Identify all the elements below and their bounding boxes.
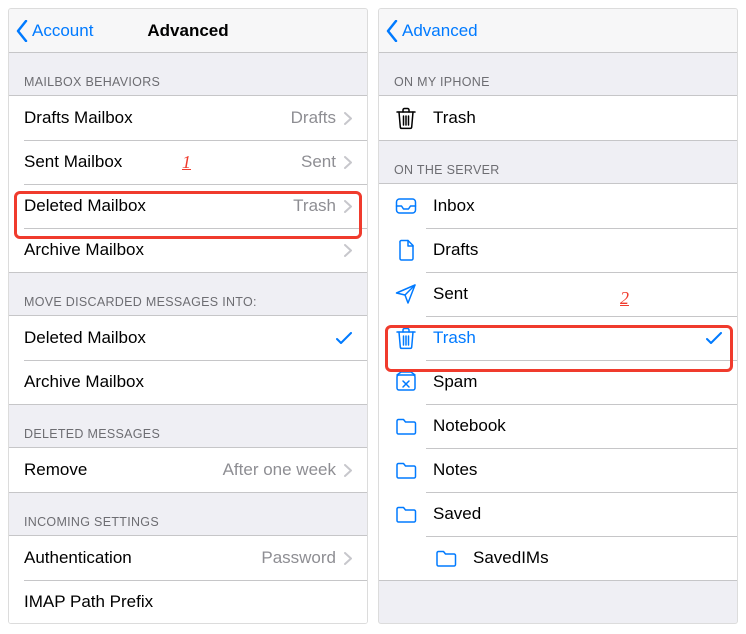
group-deleted: Remove After one week [9, 447, 367, 493]
back-button-account[interactable]: Account [9, 20, 93, 42]
inbox-icon [394, 194, 418, 218]
section-header-on-phone: On My iPhone [379, 53, 737, 95]
chevron-right-icon [344, 156, 352, 169]
chevron-left-icon [15, 20, 28, 42]
row-label: Drafts [433, 240, 722, 260]
row-discarded-archive[interactable]: Archive Mailbox [9, 360, 367, 404]
group-behaviors: Drafts Mailbox Drafts Sent Mailbox Sent … [9, 95, 367, 273]
row-server-spam[interactable]: Spam [379, 360, 737, 404]
row-server-drafts[interactable]: Drafts [379, 228, 737, 272]
row-label: IMAP Path Prefix [24, 592, 352, 612]
back-label: Account [32, 21, 93, 41]
row-discarded-deleted[interactable]: Deleted Mailbox [9, 316, 367, 360]
row-label: Trash [433, 328, 706, 348]
row-label: Authentication [24, 548, 261, 568]
row-deleted-mailbox[interactable]: Deleted Mailbox Trash [9, 184, 367, 228]
section-header-incoming: Incoming Settings [9, 493, 367, 535]
section-header-discarded: Move Discarded Messages Into: [9, 273, 367, 315]
drafts-icon [394, 238, 418, 262]
checkmark-icon [706, 332, 722, 345]
chevron-right-icon [344, 112, 352, 125]
row-label: Deleted Mailbox [24, 328, 336, 348]
row-server-saved[interactable]: Saved [379, 492, 737, 536]
row-server-notes[interactable]: Notes [379, 448, 737, 492]
row-server-notebook[interactable]: Notebook [379, 404, 737, 448]
trash-icon [394, 326, 418, 350]
row-server-savedims[interactable]: SavedIMs [379, 536, 737, 580]
row-label: Sent [433, 284, 722, 304]
navbar: Advanced [379, 9, 737, 53]
sent-icon [394, 282, 418, 306]
back-label: Advanced [402, 21, 478, 41]
left-phone-advanced-settings: Account Advanced Mailbox Behaviors Draft… [8, 8, 368, 624]
row-label: Inbox [433, 196, 722, 216]
chevron-right-icon [344, 464, 352, 477]
group-incoming: Authentication Password IMAP Path Prefix [9, 535, 367, 624]
right-phone-mailbox-picker: Advanced On My iPhone Trash On the Serve… [378, 8, 738, 624]
row-label: Trash [433, 108, 722, 128]
row-drafts-mailbox[interactable]: Drafts Mailbox Drafts [9, 96, 367, 140]
trash-icon [394, 106, 418, 130]
section-header-on-server: On the Server [379, 141, 737, 183]
chevron-right-icon [344, 552, 352, 565]
row-label: Spam [433, 372, 722, 392]
section-header-behaviors: Mailbox Behaviors [9, 53, 367, 95]
row-label: Archive Mailbox [24, 372, 352, 392]
row-authentication[interactable]: Authentication Password [9, 536, 367, 580]
group-on-phone: Trash [379, 95, 737, 141]
row-imap-path-prefix[interactable]: IMAP Path Prefix [9, 580, 367, 624]
chevron-right-icon [344, 244, 352, 257]
row-archive-mailbox[interactable]: Archive Mailbox [9, 228, 367, 272]
back-button-advanced[interactable]: Advanced [379, 20, 478, 42]
navbar: Account Advanced [9, 9, 367, 53]
row-label: Deleted Mailbox [24, 196, 293, 216]
row-server-sent[interactable]: Sent [379, 272, 737, 316]
row-server-trash[interactable]: Trash [379, 316, 737, 360]
row-label: Notebook [433, 416, 722, 436]
row-value: Password [261, 548, 336, 568]
spam-icon [394, 370, 418, 394]
row-on-phone-trash[interactable]: Trash [379, 96, 737, 140]
row-label: Drafts Mailbox [24, 108, 291, 128]
folder-icon [394, 502, 418, 526]
row-value: Sent [301, 152, 336, 172]
chevron-left-icon [385, 20, 398, 42]
row-value: Drafts [291, 108, 336, 128]
row-server-inbox[interactable]: Inbox [379, 184, 737, 228]
row-label: Sent Mailbox [24, 152, 301, 172]
row-sent-mailbox[interactable]: Sent Mailbox Sent [9, 140, 367, 184]
group-on-server: Inbox Drafts Sent Trash Spam Noteboo [379, 183, 737, 581]
row-label: Remove [24, 460, 223, 480]
row-value: Trash [293, 196, 336, 216]
row-value: After one week [223, 460, 336, 480]
row-remove[interactable]: Remove After one week [9, 448, 367, 492]
row-label: Archive Mailbox [24, 240, 336, 260]
row-label: Saved [433, 504, 722, 524]
group-discarded: Deleted Mailbox Archive Mailbox [9, 315, 367, 405]
folder-icon [394, 458, 418, 482]
row-label: Notes [433, 460, 722, 480]
section-header-deleted: Deleted Messages [9, 405, 367, 447]
folder-icon [434, 546, 458, 570]
folder-icon [394, 414, 418, 438]
row-label: SavedIMs [473, 548, 722, 568]
chevron-right-icon [344, 200, 352, 213]
checkmark-icon [336, 332, 352, 345]
